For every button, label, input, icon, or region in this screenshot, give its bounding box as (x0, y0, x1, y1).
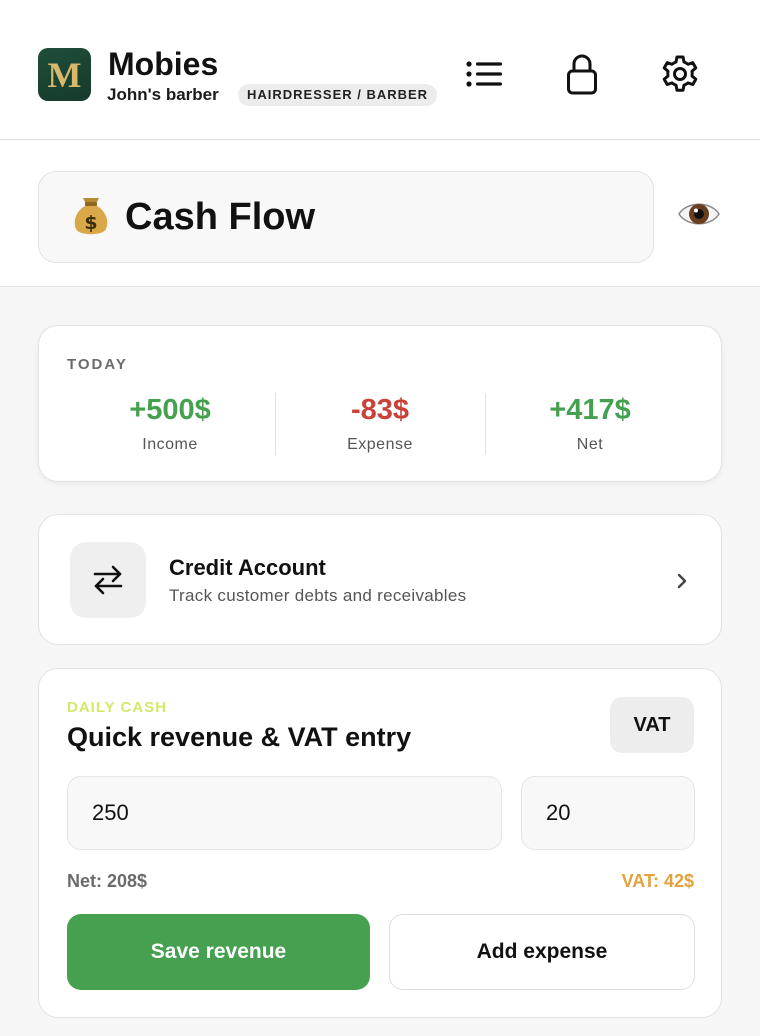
revenue-amount-input[interactable] (67, 776, 502, 850)
svg-text:$: $ (84, 212, 97, 234)
chevron-right-icon (677, 573, 687, 589)
app-name: Mobies (108, 46, 219, 82)
page-title-box: $ Cash Flow (38, 171, 654, 263)
credit-icon-tile (70, 542, 146, 618)
settings-button[interactable] (658, 52, 702, 96)
swap-arrows-icon (93, 565, 123, 595)
gear-icon (662, 55, 698, 92)
title-bar: $ Cash Flow (0, 141, 760, 287)
app-header: M Mobies John's barber HAIRDRESSER / BAR… (0, 0, 760, 140)
today-summary-card: TODAY +500$ Income -83$ Expense +417$ Ne… (38, 325, 722, 482)
app-logo[interactable]: M (38, 48, 91, 101)
lock-icon (567, 54, 597, 95)
lock-button[interactable] (560, 52, 604, 96)
credit-account-card[interactable]: Credit Account Track customer debts and … (38, 514, 722, 645)
vat-button[interactable]: VAT (610, 697, 694, 753)
money-bag-icon: $ (74, 198, 108, 235)
save-revenue-button[interactable]: Save revenue (67, 914, 370, 990)
net-stat: +417$ Net (485, 394, 695, 454)
credit-subtitle: Track customer debts and receivables (169, 586, 467, 605)
list-menu-icon (466, 61, 502, 87)
business-type-badge: HAIRDRESSER / BARBER (238, 84, 438, 106)
income-stat: +500$ Income (65, 394, 275, 454)
net-label: Net (576, 436, 604, 453)
expense-value: -83$ (350, 394, 410, 426)
add-expense-button[interactable]: Add expense (389, 914, 695, 990)
net-value: +417$ (549, 394, 631, 426)
daily-cash-card: DAILY CASH Quick revenue & VAT entry VAT… (38, 668, 722, 1018)
logo-letter: M (47, 54, 82, 95)
income-value: +500$ (129, 394, 211, 426)
vat-rate-input[interactable] (521, 776, 695, 850)
business-name: John's barber (107, 85, 219, 104)
today-label: TODAY (67, 356, 128, 373)
net-amount-text: Net: 208$ (67, 871, 148, 891)
income-label: Income (142, 436, 198, 453)
list-menu-button[interactable] (462, 52, 506, 96)
vat-amount-text: VAT: 42$ (621, 871, 694, 891)
eye-icon (678, 203, 720, 225)
expense-label: Expense (347, 436, 413, 453)
expense-stat: -83$ Expense (275, 394, 485, 454)
daily-cash-title: Quick revenue & VAT entry (67, 722, 412, 752)
credit-title: Credit Account (169, 555, 326, 580)
page-title: Cash Flow (125, 195, 316, 238)
visibility-toggle[interactable] (677, 197, 721, 231)
daily-cash-kicker: DAILY CASH (67, 699, 168, 716)
